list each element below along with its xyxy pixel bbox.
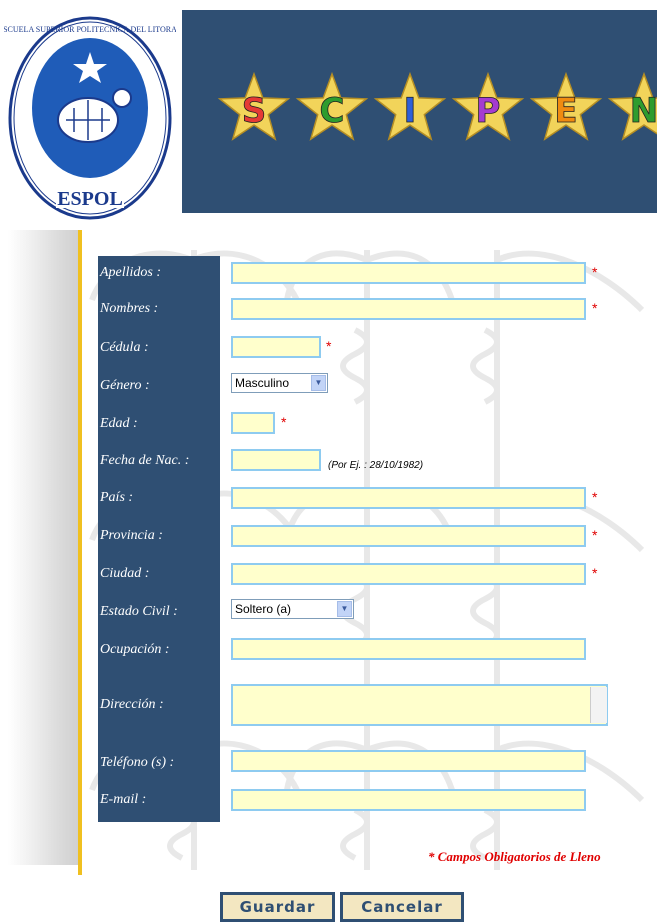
label-telefono: Teléfono (s) : [100, 755, 175, 770]
cancel-button[interactable]: Cancelar [340, 892, 464, 922]
banner-letter-e: E [554, 91, 577, 131]
estado-civil-select[interactable]: Soltero (a) ▼ [231, 599, 354, 619]
logo-espol-text: ESPOL [57, 188, 123, 210]
required-mark: * [592, 527, 598, 543]
label-ocupacion: Ocupación : [100, 642, 170, 657]
apellidos-input[interactable] [231, 262, 586, 284]
banner-star-i: I [373, 71, 447, 141]
label-apellidos: Apellidos : [100, 265, 162, 280]
nombres-input[interactable] [231, 298, 586, 320]
header-banner: SCIPEN [182, 10, 657, 213]
banner-letter-s: S [242, 91, 267, 131]
label-nombres: Nombres : [100, 301, 159, 316]
banner-letter-i: I [404, 91, 417, 131]
banner-letter-c: C [320, 91, 345, 131]
required-mark: * [592, 300, 598, 316]
banner-letter-n: N [630, 91, 657, 131]
banner-star-p: P [451, 71, 525, 141]
label-cedula: Cédula : [100, 340, 149, 355]
genero-select[interactable]: Masculino ▼ [231, 373, 328, 393]
pais-input[interactable] [231, 487, 586, 509]
direccion-textarea[interactable] [231, 684, 608, 726]
save-button[interactable]: Guardar [220, 892, 335, 922]
banner-star-c: C [295, 71, 369, 141]
required-mark: * [592, 264, 598, 280]
banner-star-s: S [217, 71, 291, 141]
required-mark: * [281, 414, 287, 430]
chevron-down-icon[interactable]: ▼ [337, 601, 352, 617]
label-email: E-mail : [100, 792, 147, 807]
scipen-star-row: SCIPEN [217, 71, 657, 141]
banner-star-n: N [607, 71, 657, 141]
telefono-input[interactable] [231, 750, 586, 772]
genero-selected-value: Masculino [235, 376, 290, 390]
label-estado-civil: Estado Civil : [100, 604, 178, 619]
ciudad-input[interactable] [231, 563, 586, 585]
required-mark: * [326, 338, 332, 354]
label-provincia: Provincia : [100, 528, 163, 543]
required-mark: * [592, 565, 598, 581]
cedula-input[interactable] [231, 336, 321, 358]
label-genero: Género : [100, 378, 150, 393]
chevron-down-icon[interactable]: ▼ [311, 375, 326, 391]
label-edad: Edad : [100, 416, 138, 431]
ocupacion-input[interactable] [231, 638, 586, 660]
required-mark: * [592, 489, 598, 505]
fecha-nac-input[interactable] [231, 449, 321, 471]
espol-logo: ESPOL ESCUELA SUPERIOR POLITECNICA DEL L… [4, 16, 176, 220]
label-fecha-nac: Fecha de Nac. : [100, 453, 190, 468]
edad-input[interactable] [231, 412, 275, 434]
textarea-scrollbar[interactable] [590, 687, 607, 723]
label-ciudad: Ciudad : [100, 566, 150, 581]
side-decoration [8, 230, 78, 865]
fecha-hint: (Por Ej. : 28/10/1982) [328, 460, 424, 471]
required-fields-note: * Campos Obligatorios de Lleno [428, 849, 601, 864]
logo-arc-text: ESCUELA SUPERIOR POLITECNICA DEL LITORAL [4, 25, 176, 34]
provincia-input[interactable] [231, 525, 586, 547]
label-pais: País : [100, 490, 134, 505]
estado-civil-selected-value: Soltero (a) [235, 602, 292, 616]
banner-star-e: E [529, 71, 603, 141]
email-input[interactable] [231, 789, 586, 811]
banner-letter-p: P [476, 91, 501, 131]
label-direccion: Dirección : [100, 697, 164, 712]
